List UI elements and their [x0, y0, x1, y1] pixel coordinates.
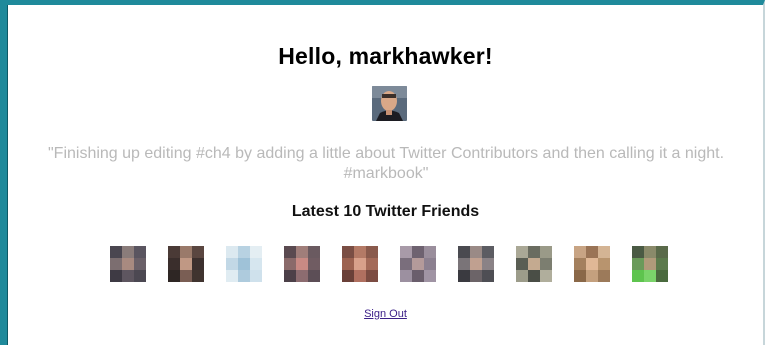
- friend-avatar-2-icon[interactable]: [168, 246, 204, 282]
- user-avatar: [372, 86, 407, 121]
- main-content: Hello, markhawker! "Finishing up editing…: [8, 5, 763, 345]
- friend-avatar-9-icon[interactable]: [574, 246, 610, 282]
- friend-avatar-3-icon[interactable]: [226, 246, 262, 282]
- sign-out-link[interactable]: Sign Out: [364, 308, 407, 320]
- friend-avatar-6-icon[interactable]: [400, 246, 436, 282]
- friend-avatar-8-icon[interactable]: [516, 246, 552, 282]
- user-avatar-icon: [372, 86, 407, 121]
- friend-avatar-1-icon[interactable]: [110, 246, 146, 282]
- friends-heading: Latest 10 Twitter Friends: [291, 203, 480, 220]
- page-title: Hello, markhawker!: [278, 43, 493, 69]
- status-text: "Finishing up editing #ch4 by adding a l…: [47, 145, 725, 182]
- friend-avatar-7-icon[interactable]: [458, 246, 494, 282]
- sign-out-row: Sign Out: [8, 308, 763, 320]
- friends-list: [110, 246, 668, 282]
- friend-avatar-4-icon[interactable]: [284, 246, 320, 282]
- friend-avatar-5-icon[interactable]: [342, 246, 378, 282]
- friend-avatar-10-icon[interactable]: [632, 246, 668, 282]
